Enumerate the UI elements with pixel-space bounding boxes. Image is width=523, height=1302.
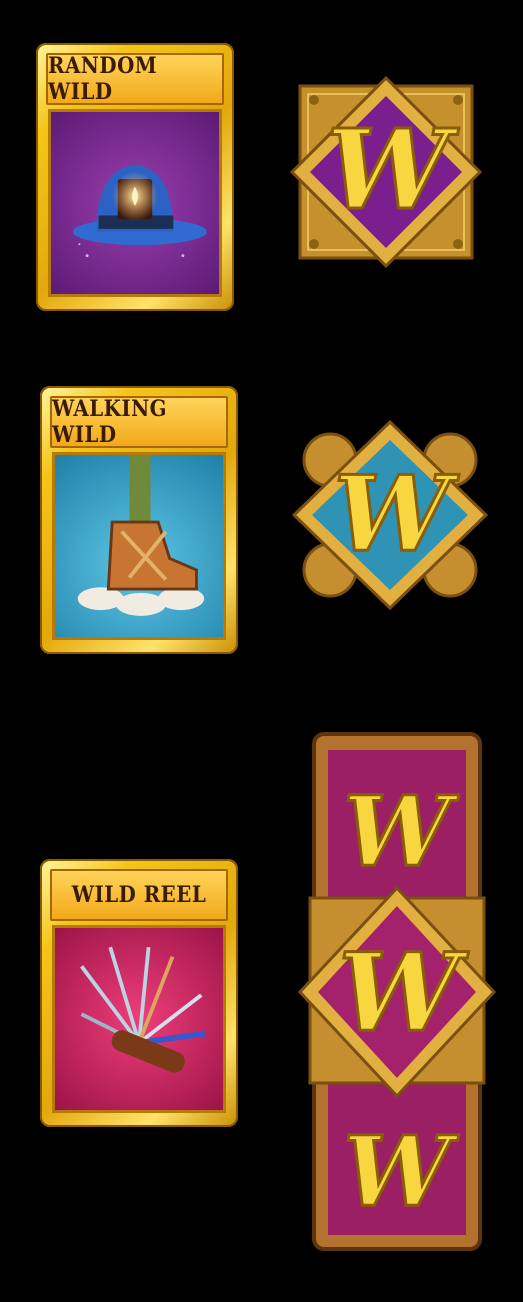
walking-boot-icon <box>52 452 226 640</box>
stacked-w-wild-reel: W W W <box>292 730 502 1255</box>
wild-letter: W <box>343 775 459 888</box>
wild-letter: W <box>338 930 469 1056</box>
random-wild-card[interactable]: RANDOM WILD <box>36 43 234 311</box>
walking-wild-card[interactable]: WALKING WILD <box>40 386 238 654</box>
wild-reel-label: WILD REEL <box>50 869 228 921</box>
purple-w-wild-symbol: W <box>286 72 486 272</box>
blue-w-wild-symbol: W <box>290 419 490 611</box>
wild-reel-card[interactable]: WILD REEL <box>40 859 238 1127</box>
wild-letter: W <box>334 452 460 575</box>
random-wild-label: RANDOM WILD <box>46 53 224 105</box>
top-hat-with-candle-icon <box>48 109 222 297</box>
wild-letter: W <box>326 105 459 234</box>
wild-letter: W <box>343 1115 459 1228</box>
walking-wild-label: WALKING WILD <box>50 396 228 448</box>
multi-tool-knife-icon <box>52 925 226 1113</box>
